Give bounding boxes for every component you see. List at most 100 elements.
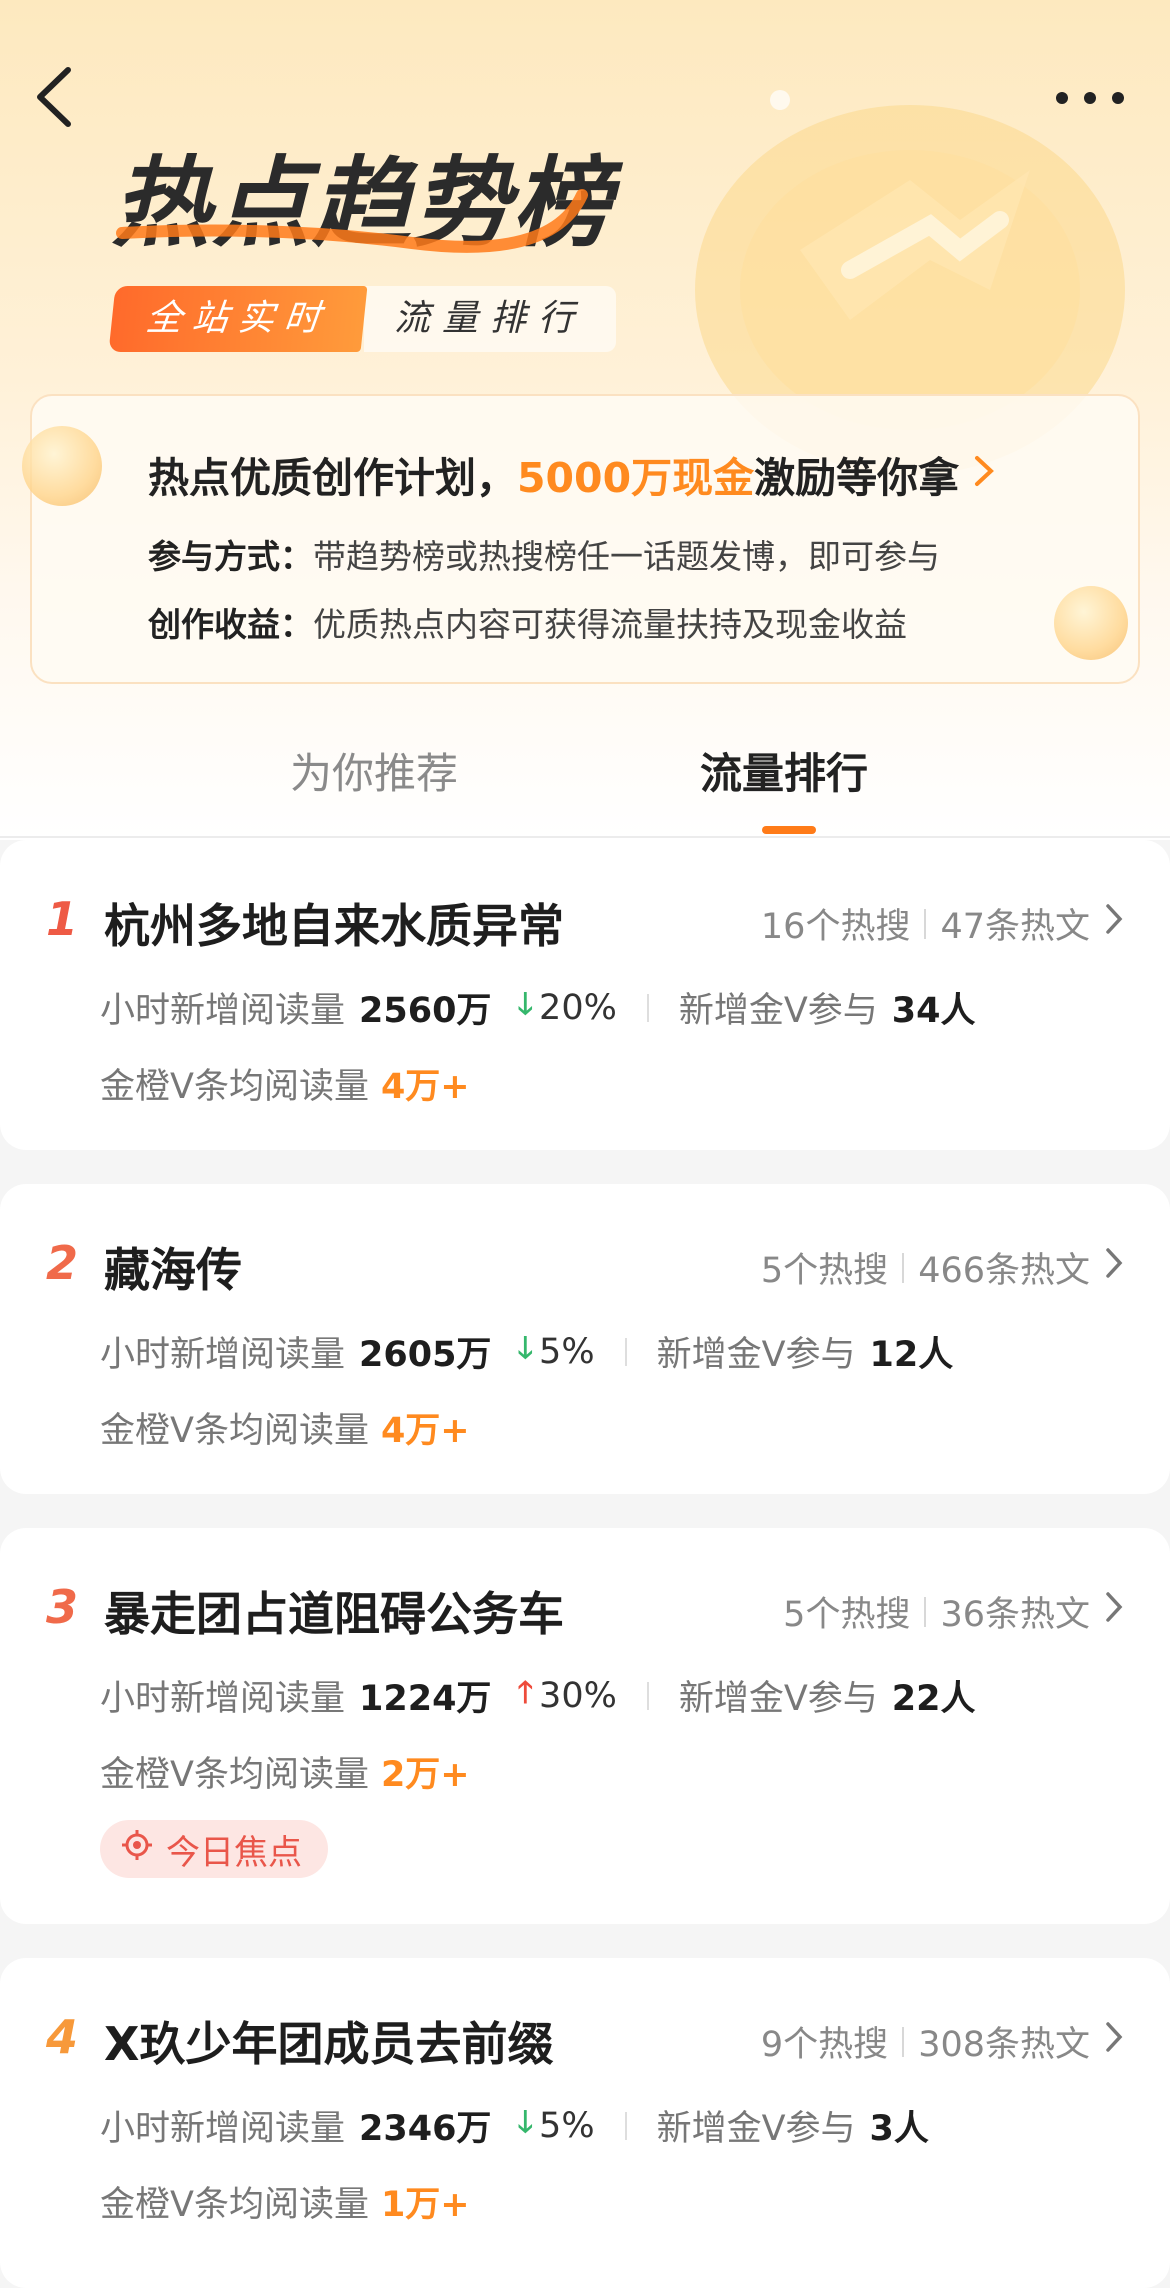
hot-post-count: 308条热文 xyxy=(918,2025,1090,2065)
hero-banner: 热点趋势榜 全站实时 流量排行 热点优质创作计划， 5000万现金 激励等你拿 … xyxy=(0,0,1170,840)
avg-reads-label: 金橙V条均阅读量 xyxy=(100,1411,369,1451)
hourly-reads-label: 小时新增阅读量 xyxy=(100,1335,346,1375)
ranking-card[interactable]: 3 暴走团占道阻碍公务车 5个热搜 36条热文 小时新增阅读量 1224万 🡑 … xyxy=(0,1528,1170,1924)
rank-number: 3 xyxy=(46,1580,79,1634)
ranking-card[interactable]: 2 藏海传 5个热搜 466条热文 小时新增阅读量 2605万 🡓 5% 新增金… xyxy=(0,1184,1170,1494)
hot-search-count: 16个热搜 xyxy=(760,907,911,947)
hourly-reads-label: 小时新增阅读量 xyxy=(100,1679,346,1719)
stat-row-primary: 小时新增阅读量 2605万 🡓 5% 新增金V参与 12人 xyxy=(100,1326,953,1377)
pill-secondary: 流量排行 xyxy=(364,286,617,352)
stat-row-primary: 小时新增阅读量 1224万 🡑 30% 新增金V参与 22人 xyxy=(100,1670,976,1721)
trend-percent: 5% xyxy=(539,2105,595,2146)
new-v-value: 3人 xyxy=(869,2109,929,2149)
divider xyxy=(0,836,1170,838)
promo-title-after: 激励等你拿 xyxy=(754,454,960,502)
more-dots-icon xyxy=(1056,92,1124,104)
tab-bar: 为你推荐 流量排行 xyxy=(0,700,1170,838)
topic-meta[interactable]: 5个热搜 36条热文 xyxy=(783,1586,1124,1637)
arrow-down-icon: 🡓 xyxy=(517,2105,534,2140)
avg-reads-value: 1万+ xyxy=(380,2185,470,2225)
page-title: 热点趋势榜 xyxy=(112,147,613,261)
coin-decoration xyxy=(1054,586,1128,660)
promo-title[interactable]: 热点优质创作计划， 5000万现金 激励等你拿 xyxy=(148,444,995,504)
promo-line2-text: 优质热点内容可获得流量扶持及现金收益 xyxy=(313,605,907,644)
chevron-right-icon xyxy=(1104,1590,1124,1633)
arrow-down-icon: 🡓 xyxy=(517,987,534,1022)
stat-row-primary: 小时新增阅读量 2560万 🡓 20% 新增金V参与 34人 xyxy=(100,982,976,1033)
promo-card[interactable]: 热点优质创作计划， 5000万现金 激励等你拿 参与方式：带趋势榜或热搜榜任一话… xyxy=(22,394,1140,684)
avg-reads-value: 4万+ xyxy=(380,1411,470,1451)
hourly-reads-value: 2560万 xyxy=(359,991,492,1031)
promo-line2-label: 创作收益： xyxy=(148,605,313,644)
tab-recommend[interactable]: 为你推荐 xyxy=(290,740,458,801)
new-v-label: 新增金V参与 xyxy=(678,991,878,1031)
ranking-card[interactable]: 1 杭州多地自来水质异常 16个热搜 47条热文 小时新增阅读量 2560万 🡓… xyxy=(0,840,1170,1150)
avg-reads-value: 2万+ xyxy=(380,1755,470,1795)
trend-percent: 5% xyxy=(539,1331,595,1372)
focus-tag[interactable]: 今日焦点 xyxy=(100,1820,328,1878)
new-v-value: 22人 xyxy=(891,1679,976,1719)
new-v-label: 新增金V参与 xyxy=(678,1679,878,1719)
chevron-right-icon xyxy=(973,450,995,498)
stat-row-secondary: 金橙V条均阅读量 4万+ xyxy=(100,1402,470,1453)
hourly-reads-value: 1224万 xyxy=(359,1679,492,1719)
stat-separator xyxy=(646,1681,649,1710)
topic-meta[interactable]: 16个热搜 47条热文 xyxy=(761,898,1124,949)
meta-separator xyxy=(924,908,927,939)
topic-meta[interactable]: 9个热搜 308条热文 xyxy=(761,2016,1124,2067)
back-button[interactable] xyxy=(28,62,82,132)
arrow-up-icon: 🡑 xyxy=(517,1675,534,1710)
promo-line1-label: 参与方式： xyxy=(148,537,313,576)
avg-reads-label: 金橙V条均阅读量 xyxy=(100,2185,369,2225)
subtitle-pill: 全站实时 流量排行 xyxy=(108,285,617,353)
avg-reads-label: 金橙V条均阅读量 xyxy=(100,1067,369,1107)
stat-separator xyxy=(624,2111,627,2140)
avg-reads-label: 金橙V条均阅读量 xyxy=(100,1755,369,1795)
stat-row-primary: 小时新增阅读量 2346万 🡓 5% 新增金V参与 3人 xyxy=(100,2100,929,2151)
stat-row-secondary: 金橙V条均阅读量 4万+ xyxy=(100,1058,470,1109)
avg-reads-value: 4万+ xyxy=(380,1067,470,1107)
stat-separator xyxy=(624,1337,627,1366)
hourly-reads-label: 小时新增阅读量 xyxy=(100,2109,346,2149)
topic-meta[interactable]: 5个热搜 466条热文 xyxy=(761,1242,1124,1293)
page-title-block: 热点趋势榜 xyxy=(112,155,612,253)
rank-number: 2 xyxy=(46,1236,79,1290)
promo-title-highlight: 5000万现金 xyxy=(517,454,755,502)
promo-line-participation: 参与方式：带趋势榜或热搜榜任一话题发博，即可参与 xyxy=(148,530,940,578)
focus-tag-label: 今日焦点 xyxy=(166,1832,302,1873)
hourly-reads-value: 2605万 xyxy=(359,1335,492,1375)
meta-separator xyxy=(902,1252,905,1283)
chevron-right-icon xyxy=(1104,902,1124,945)
promo-title-before: 热点优质创作计划， xyxy=(148,454,517,502)
tab-traffic-ranking[interactable]: 流量排行 xyxy=(700,740,868,801)
trend-percent: 30% xyxy=(539,1675,617,1716)
chevron-left-icon xyxy=(37,67,71,127)
hot-post-count: 36条热文 xyxy=(940,1595,1090,1635)
topic-title[interactable]: 藏海传 xyxy=(104,1234,242,1300)
promo-line1-text: 带趋势榜或热搜榜任一话题发博，即可参与 xyxy=(313,537,940,576)
hourly-reads-label: 小时新增阅读量 xyxy=(100,991,346,1031)
hourly-reads-value: 2346万 xyxy=(359,2109,492,2149)
coin-decoration xyxy=(22,426,102,506)
stat-row-secondary: 金橙V条均阅读量 1万+ xyxy=(100,2176,470,2227)
trend-percent: 20% xyxy=(539,987,617,1028)
topic-title[interactable]: 暴走团占道阻碍公务车 xyxy=(104,1578,564,1644)
topic-title[interactable]: 杭州多地自来水质异常 xyxy=(104,890,564,956)
new-v-label: 新增金V参与 xyxy=(656,1335,856,1375)
more-button[interactable] xyxy=(1050,80,1130,116)
new-v-value: 12人 xyxy=(869,1335,954,1375)
target-icon xyxy=(120,1828,154,1871)
meta-separator xyxy=(902,2026,905,2057)
rank-number: 4 xyxy=(46,2010,79,2064)
hot-post-count: 466条热文 xyxy=(918,1251,1090,1291)
pill-primary: 全站实时 xyxy=(108,286,368,352)
topic-title[interactable]: X玖少年团成员去前缀 xyxy=(104,2008,553,2074)
promo-line-earnings: 创作收益：优质热点内容可获得流量扶持及现金收益 xyxy=(148,598,907,646)
ranking-card[interactable]: 4 X玖少年团成员去前缀 9个热搜 308条热文 小时新增阅读量 2346万 🡓… xyxy=(0,1958,1170,2288)
hot-search-count: 5个热搜 xyxy=(783,1595,911,1635)
hot-search-count: 5个热搜 xyxy=(760,1251,889,1291)
chevron-right-icon xyxy=(1104,1246,1124,1289)
new-v-label: 新增金V参与 xyxy=(656,2109,856,2149)
hot-post-count: 47条热文 xyxy=(940,907,1090,947)
rank-number: 1 xyxy=(46,892,79,946)
